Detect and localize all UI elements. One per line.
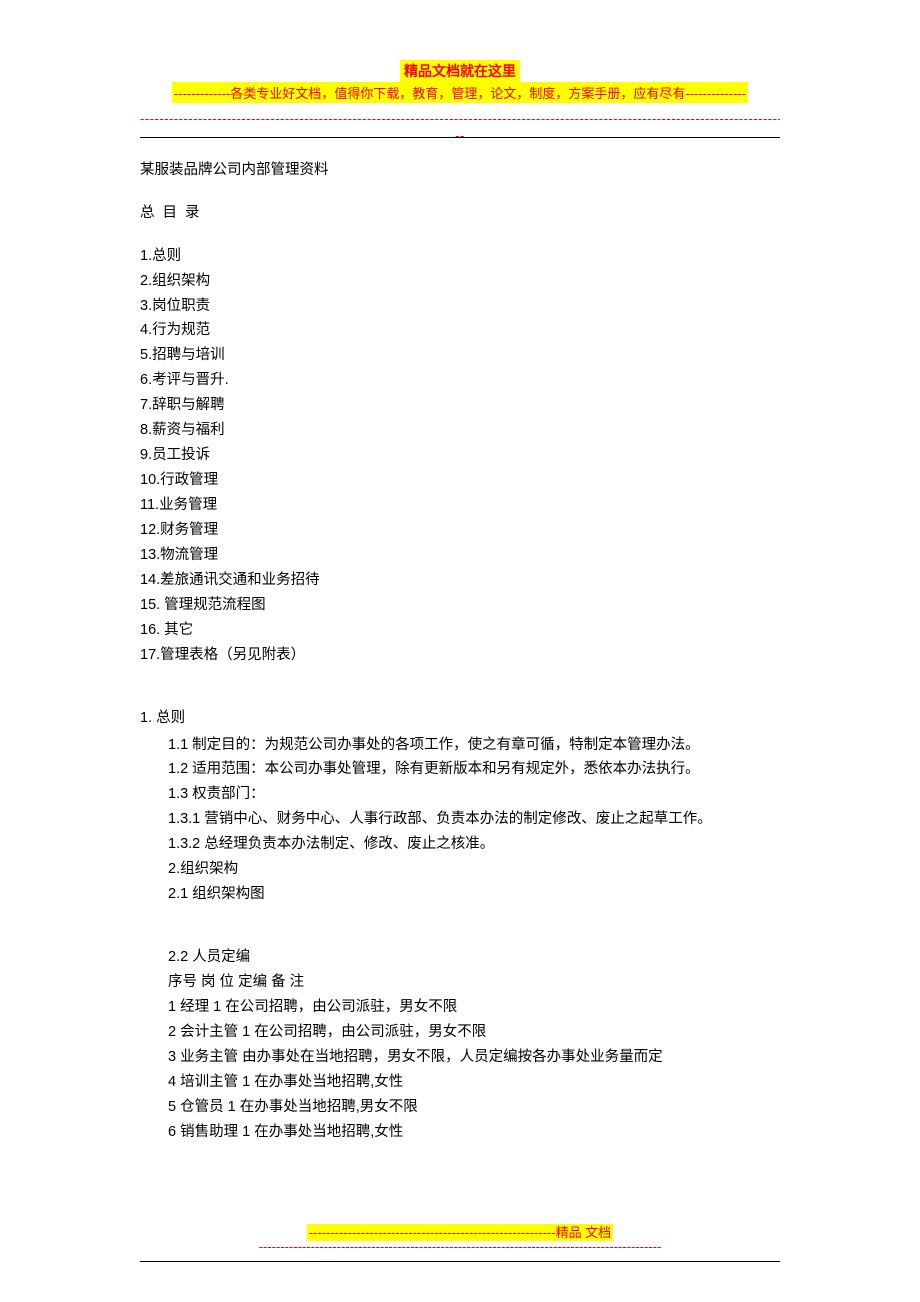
body-line: 5 仓管员 1 在办事处当地招聘,男女不限 [168, 1095, 780, 1120]
toc-item: 17.管理表格（另见附表） [140, 643, 780, 668]
body-line: 2 会计主管 1 在公司招聘，由公司派驻，男女不限 [168, 1020, 780, 1045]
body-line: 1 经理 1 在公司招聘，由公司派驻，男女不限 [168, 995, 780, 1020]
body-line: 4 培训主管 1 在办事处当地招聘,女性 [168, 1070, 780, 1095]
header-dashes: ----------------------------------------… [140, 111, 780, 145]
section-1-content: 1.1 制定目的：为规范公司办事处的各项工作，使之有章可循，特制定本管理办法。1… [140, 733, 780, 908]
body-line: 6 销售助理 1 在办事处当地招聘,女性 [168, 1120, 780, 1145]
body-line: 1.3.2 总经理负责本办法制定、修改、废止之核准。 [168, 832, 780, 857]
body-line: 2.1 组织架构图 [168, 882, 780, 907]
body-line: 1.2 适用范围：本公司办事处管理，除有更新版本和另有规定外，悉依本办法执行。 [168, 757, 780, 782]
header-banner: 精品文档就在这里 -------------各类专业好文档，值得你下载，教育，管… [140, 60, 780, 103]
toc-list: 1.总则2.组织架构3.岗位职责4.行为规范5.招聘与培训6.考评与晋升.7.辞… [140, 244, 780, 668]
body-line: 1.3.1 营销中心、财务中心、人事行政部、负责本办法的制定修改、废止之起草工作… [168, 807, 780, 832]
body-line: 2.组织架构 [168, 857, 780, 882]
banner-title: 精品文档就在这里 [400, 60, 520, 82]
toc-item: 12.财务管理 [140, 518, 780, 543]
footer-banner: ----------------------------------------… [0, 1222, 920, 1254]
toc-item: 8.薪资与福利 [140, 418, 780, 443]
toc-item: 13.物流管理 [140, 543, 780, 568]
toc-heading: 总 目 录 [140, 201, 780, 226]
section-1-heading: 1. 总则 [140, 706, 780, 731]
section-2-content: 2.2 人员定编序号 岗 位 定编 备 注1 经理 1 在公司招聘，由公司派驻，… [140, 945, 780, 1145]
toc-item: 11.业务管理 [140, 493, 780, 518]
footer-rule [140, 1261, 780, 1262]
toc-item: 6.考评与晋升. [140, 368, 780, 393]
banner-subtitle: -------------各类专业好文档，值得你下载，教育，管理，论文，制度，方… [172, 82, 748, 103]
body-line: 序号 岗 位 定编 备 注 [168, 970, 780, 995]
toc-item: 7.辞职与解聘 [140, 393, 780, 418]
toc-item: 15. 管理规范流程图 [140, 593, 780, 618]
toc-item: 4.行为规范 [140, 318, 780, 343]
document-title: 某服装品牌公司内部管理资料 [140, 158, 780, 183]
toc-item: 3.岗位职责 [140, 294, 780, 319]
body-line: 2.2 人员定编 [168, 945, 780, 970]
body-line: 1.1 制定目的：为规范公司办事处的各项工作，使之有章可循，特制定本管理办法。 [168, 733, 780, 758]
toc-item: 10.行政管理 [140, 468, 780, 493]
body-line: 1.3 权责部门： [168, 782, 780, 807]
toc-item: 14.差旅通讯交通和业务招待 [140, 568, 780, 593]
document-body: 某服装品牌公司内部管理资料 总 目 录 1.总则2.组织架构3.岗位职责4.行为… [140, 158, 780, 1145]
toc-item: 16. 其它 [140, 618, 780, 643]
toc-item: 1.总则 [140, 244, 780, 269]
toc-item: 5.招聘与培训 [140, 343, 780, 368]
toc-item: 9.员工投诉 [140, 443, 780, 468]
body-line: 3 业务主管 由办事处在当地招聘，男女不限，人员定编按各办事处业务量而定 [168, 1045, 780, 1070]
toc-item: 2.组织架构 [140, 269, 780, 294]
